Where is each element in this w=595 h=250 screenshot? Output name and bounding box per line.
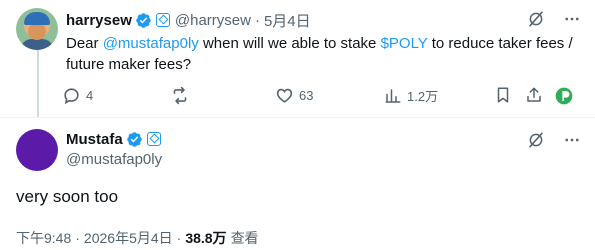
reply-time[interactable]: 下午9:48: [16, 228, 71, 248]
views-button[interactable]: 1.2万: [384, 86, 438, 105]
green-badge-icon: [555, 87, 573, 105]
like-count: 63: [299, 88, 314, 103]
author-handle[interactable]: @mustafap0ly: [66, 151, 162, 168]
tweet-actions: 4 63 1.2万: [62, 86, 582, 106]
reply-meta: 下午9:48 · 2026年5月4日 · 38.8万 查看: [16, 228, 259, 248]
reply-date[interactable]: 2026年5月4日: [84, 228, 173, 248]
reply-count: 4: [86, 88, 94, 103]
bookmark-button[interactable]: [494, 86, 517, 104]
affiliation-badge-icon: [146, 132, 161, 146]
share-button[interactable]: [525, 86, 548, 104]
grok-icon[interactable]: [527, 131, 545, 149]
mention-link[interactable]: @mustafap0ly: [103, 35, 199, 52]
share-icon: [527, 87, 541, 102]
separator-dot: ·: [254, 11, 260, 29]
divider: [0, 117, 595, 118]
views-icon: [385, 88, 401, 103]
bookmark-icon: [497, 87, 509, 103]
more-icon[interactable]: [563, 10, 581, 28]
views-count[interactable]: 38.8万: [185, 228, 226, 248]
reply-icon: [64, 88, 79, 105]
parent-tweet[interactable]: harrysew @harrysew · 5月4日 Dear @mustafap…: [0, 0, 595, 117]
views-count: 1.2万: [407, 89, 439, 104]
verified-badge-icon: [126, 131, 142, 147]
grok-icon[interactable]: [527, 10, 545, 28]
reply-header: Mustafa: [66, 129, 161, 149]
author-name[interactable]: harrysew: [66, 12, 132, 29]
tweet-text: Dear @mustafap0ly when will we able to s…: [66, 33, 586, 75]
reply-top-icons: [527, 131, 581, 149]
avatar[interactable]: [16, 8, 58, 50]
repost-button[interactable]: [170, 86, 195, 105]
translate-badge[interactable]: [554, 86, 579, 106]
verified-badge-icon: [136, 12, 151, 28]
repost-icon: [173, 86, 187, 105]
separator-dot: ·: [176, 230, 182, 246]
affiliation-badge-icon: [155, 13, 170, 27]
avatar[interactable]: [16, 129, 58, 171]
tweet-date[interactable]: 5月4日: [264, 10, 311, 31]
separator-dot: ·: [75, 230, 80, 246]
tweet-top-icons: [527, 10, 581, 28]
author-handle[interactable]: @harrysew: [175, 12, 251, 29]
author-name[interactable]: Mustafa: [66, 131, 123, 148]
cashtag-link[interactable]: $POLY: [381, 35, 428, 52]
tweet-text-part: Dear: [66, 35, 103, 52]
tweet-text-part: when will we able to stake: [198, 35, 381, 52]
like-icon: [276, 88, 293, 103]
more-icon[interactable]: [563, 131, 581, 149]
reply-button[interactable]: 4: [62, 86, 93, 105]
like-button[interactable]: 63: [275, 86, 313, 105]
thread-line: [37, 48, 39, 117]
reply-text: very soon too: [16, 187, 119, 206]
views-label: 查看: [230, 230, 259, 246]
tweet-header: harrysew @harrysew · 5月4日: [66, 10, 311, 30]
